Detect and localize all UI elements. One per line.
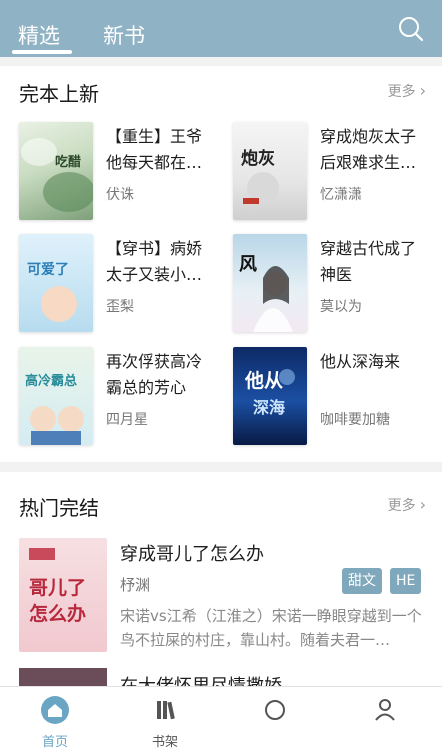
home-icon	[41, 696, 69, 724]
section-title: 完本上新	[19, 82, 99, 106]
featured-book-cover[interactable]: 哥儿了 怎么办	[19, 538, 107, 652]
book-cover: 可爱了	[19, 234, 93, 332]
cover-text: 风	[239, 254, 257, 275]
book-card[interactable]: 风 穿越古代成了神医 莫以为	[233, 234, 433, 334]
cover-text: 吃醋	[55, 154, 81, 170]
book-cover: 风	[233, 234, 307, 332]
cover-art: 哥儿了 怎么办	[29, 548, 86, 625]
more-link[interactable]: 更多 ›	[388, 495, 426, 515]
active-tab-indicator	[12, 50, 72, 54]
bottom-nav: 首页 书架	[0, 686, 442, 754]
featured-book-title[interactable]: 穿成哥儿了怎么办	[120, 540, 264, 566]
book-card[interactable]: 他从 深海 他从深海来 咖啡要加糖	[233, 347, 433, 447]
next-book-cover[interactable]	[19, 668, 107, 688]
top-bar: 精选 新书	[0, 0, 442, 57]
nav-profile[interactable]	[330, 687, 440, 754]
chevron-right-icon: ›	[419, 495, 426, 514]
nav-discover[interactable]	[220, 687, 330, 754]
more-label: 更多	[387, 498, 416, 514]
bookshelf-icon	[157, 701, 175, 720]
cover-art: 他从 深海	[244, 369, 295, 417]
book-author: 忆潇潇	[320, 187, 362, 203]
book-author: 咖啡要加糖	[320, 412, 390, 428]
cover-art: 风	[239, 254, 293, 332]
book-title: 他从深海来	[320, 352, 401, 371]
book-card[interactable]: 可爱了 【穿书】病娇太子又装小… 歪梨	[19, 234, 219, 334]
ending-tag: HE	[390, 568, 422, 594]
section-title: 热门完结	[19, 496, 99, 520]
book-cover: 炮灰	[233, 122, 307, 220]
nav-bookshelf-label: 书架	[151, 735, 178, 750]
genre-tag: 甜文	[342, 568, 382, 594]
search-button[interactable]	[398, 16, 424, 42]
book-card[interactable]: 吃醋 【重生】王爷他每天都在… 伏诛	[19, 122, 219, 222]
book-author: 歪梨	[106, 299, 134, 315]
book-card[interactable]: 高冷霸总 再次俘获高冷霸总的芳心 四月星	[19, 347, 219, 447]
book-author: 莫以为	[320, 299, 362, 315]
tab-new-books[interactable]: 新书	[103, 20, 145, 50]
book-title: 穿成炮灰太子后艰难求生…	[320, 127, 417, 172]
cover-text: 炮灰	[241, 148, 275, 169]
more-label: 更多	[387, 84, 416, 100]
book-title: 【穿书】病娇太子又装小…	[106, 239, 203, 284]
book-title: 【重生】王爷他每天都在…	[106, 127, 203, 172]
discover-icon	[265, 700, 285, 720]
cover-art: 高冷霸总	[25, 373, 84, 445]
cover-text: 怎么办	[29, 602, 86, 625]
nav-home[interactable]: 首页	[0, 687, 110, 754]
cover-text: 高冷霸总	[25, 373, 77, 389]
profile-icon	[375, 699, 395, 721]
cover-art: 可爱了	[27, 262, 77, 322]
book-author: 伏诛	[106, 187, 134, 203]
featured-book-author: 杼渊	[120, 576, 151, 594]
nav-bookshelf[interactable]: 书架	[110, 687, 220, 754]
chevron-right-icon: ›	[419, 81, 426, 100]
book-author: 四月星	[106, 412, 148, 428]
tab-featured[interactable]: 精选	[18, 20, 60, 50]
book-title: 再次俘获高冷霸总的芳心	[106, 352, 203, 397]
search-icon	[399, 17, 424, 42]
finished-new-section: 完本上新 更多 › 吃醋 【重生】王爷他每天都在… 伏诛 炮灰 穿成炮灰太子后艰难…	[0, 66, 442, 462]
book-cover: 高冷霸总	[19, 347, 93, 445]
featured-book-description: 宋诺vs江希（江淮之）宋诺一睁眼穿越到一个鸟不拉屎的村庄，靠山村。随着夫君一…	[120, 607, 422, 649]
cover-art: 炮灰	[241, 148, 279, 204]
book-card[interactable]: 炮灰 穿成炮灰太子后艰难求生… 忆潇潇	[233, 122, 433, 222]
cover-art: 吃醋	[21, 138, 93, 212]
cover-text: 可爱了	[27, 262, 69, 278]
book-title: 穿越古代成了神医	[320, 239, 417, 284]
book-cover: 吃醋	[19, 122, 93, 220]
cover-text: 他从	[244, 369, 283, 392]
more-link[interactable]: 更多 ›	[388, 81, 426, 101]
cover-text: 哥儿了	[29, 577, 86, 599]
cover-text: 深海	[253, 398, 285, 417]
book-cover: 他从 深海	[233, 347, 307, 445]
nav-home-label: 首页	[41, 735, 68, 750]
